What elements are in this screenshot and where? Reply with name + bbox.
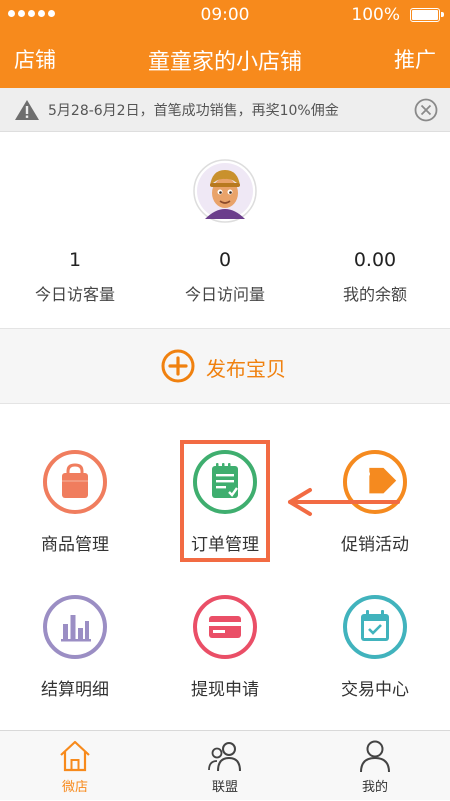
stat-visits-today: 0 今日访问量 <box>150 249 300 305</box>
promotions-button[interactable]: 促销活动 <box>300 450 450 590</box>
stat-value: 0 <box>218 249 232 271</box>
group-icon <box>208 742 241 772</box>
home-icon <box>60 740 90 772</box>
publish-label: 发布宝贝 <box>206 357 286 381</box>
warning-icon <box>15 100 39 120</box>
tab-mine[interactable]: 我的 <box>300 731 450 801</box>
grid-label: 结算明细 <box>41 680 109 700</box>
settlement-details-button[interactable]: 结算明细 <box>0 595 150 735</box>
tab-label: 微店 <box>61 780 88 795</box>
withdrawal-request-button[interactable]: 提现申请 <box>150 595 300 735</box>
stat-value: 0.00 <box>353 249 397 271</box>
stat-value: 1 <box>68 249 82 271</box>
plus-circle-icon <box>161 349 195 383</box>
grid-label: 商品管理 <box>41 535 109 555</box>
grid-label: 提现申请 <box>191 680 259 700</box>
tab-label: 我的 <box>361 780 388 795</box>
stat-label: 今日访客量 <box>34 285 115 304</box>
tab-label: 联盟 <box>211 780 238 795</box>
tab-micro-shop[interactable]: 微店 <box>0 731 150 801</box>
bar-chart-icon <box>43 595 107 659</box>
product-management-button[interactable]: 商品管理 <box>0 450 150 590</box>
grid-label: 交易中心 <box>341 680 409 700</box>
tab-bar: 微店 联盟 我的 <box>0 730 450 800</box>
stat-label: 我的余额 <box>342 285 407 304</box>
battery-icon <box>410 8 444 22</box>
calendar-check-icon <box>343 595 407 659</box>
credit-card-icon <box>193 595 257 659</box>
trading-center-button[interactable]: 交易中心 <box>300 595 450 735</box>
publish-item-button[interactable]: 发布宝贝 <box>0 328 450 404</box>
close-icon[interactable] <box>414 98 438 122</box>
stat-visitors-today: 1 今日访客量 <box>0 249 150 305</box>
grid-label: 促销活动 <box>341 535 409 555</box>
notice-text: 5月28-6月2日，首笔成功销售，再奖10%佣金 <box>48 103 339 119</box>
app-header: 09:00 100% 店铺 童童家的小店铺 推广 <box>0 0 450 88</box>
shopping-bag-icon <box>43 450 107 514</box>
tab-alliance[interactable]: 联盟 <box>150 731 300 801</box>
stat-balance: 0.00 我的余额 <box>300 249 450 305</box>
promote-button[interactable]: 推广 <box>394 44 436 74</box>
user-icon <box>360 740 390 773</box>
notice-bar: 5月28-6月2日，首笔成功销售，再奖10%佣金 <box>0 88 450 132</box>
stat-label: 今日访问量 <box>184 285 265 304</box>
profile-section: 1 今日访客量 0 今日访问量 0.00 我的余额 <box>0 132 450 328</box>
avatar[interactable] <box>193 159 257 223</box>
highlight-box <box>180 440 270 562</box>
arrow-left-icon <box>288 488 400 516</box>
status-bar: 09:00 100% <box>0 0 450 30</box>
page-title: 童童家的小店铺 <box>147 50 302 75</box>
battery-percent: 100% <box>351 5 400 25</box>
